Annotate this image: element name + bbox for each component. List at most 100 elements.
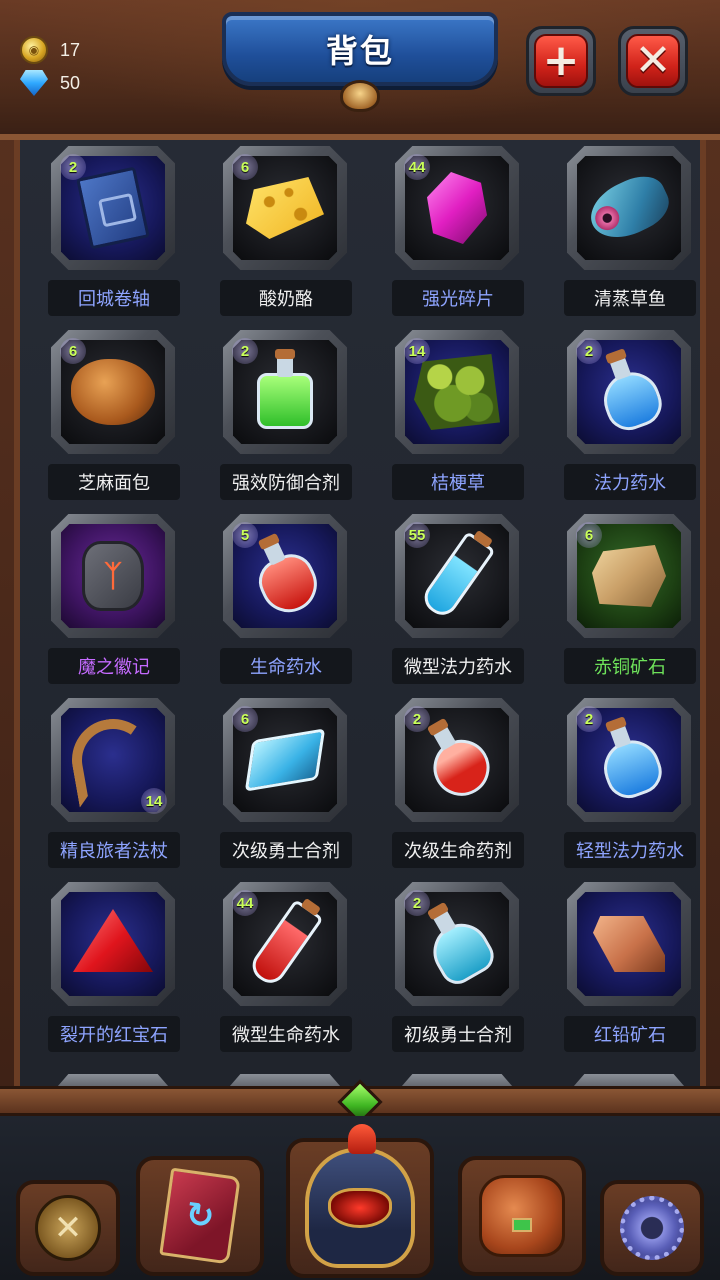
inventory-item[interactable]: 裂开的红宝石 [34, 876, 188, 1060]
item-name: 红铅矿石 [564, 1016, 696, 1052]
bag-clasp [512, 1218, 532, 1232]
item-count-badge: 6 [576, 522, 602, 548]
page-title: 背包 [325, 32, 394, 70]
inventory-panel: 2 回城卷轴 6 酸奶酪 44 强光碎片 清蒸草鱼 6 芝麻面包 2 强效防御合… [14, 140, 706, 1086]
item-name: 初级勇士合剂 [392, 1016, 524, 1052]
inventory-item[interactable]: 2 轻型法力药水 [550, 692, 700, 876]
item-name: 微型法力药水 [392, 648, 524, 684]
item-name: 次级勇士合剂 [220, 832, 352, 868]
item-slot[interactable]: ᛉ [51, 514, 175, 638]
item-name: 清蒸草鱼 [564, 280, 696, 316]
item-name: 回城卷轴 [48, 280, 180, 316]
item-name: 裂开的红宝石 [48, 1016, 180, 1052]
crossed-swords-icon: ✕ [35, 1195, 101, 1261]
gem-balance: 50 [20, 70, 80, 96]
nav-settings-button[interactable] [600, 1180, 704, 1276]
inventory-item[interactable]: 6 芝麻面包 [34, 324, 188, 508]
item-slot[interactable]: 2 [395, 882, 519, 1006]
item-slot[interactable]: 2 [51, 146, 175, 270]
item-name: 芝麻面包 [48, 464, 180, 500]
item-slot[interactable]: 44 [223, 882, 347, 1006]
item-name: 强光碎片 [392, 280, 524, 316]
item-count-badge: 55 [404, 522, 430, 548]
inventory-item[interactable]: 6 赤铜矿石 [550, 508, 700, 692]
item-slot[interactable]: 14 [395, 330, 519, 454]
item-slot[interactable]: 6 [223, 146, 347, 270]
inventory-item[interactable]: 清蒸草鱼 [550, 140, 700, 324]
diamond-icon [20, 70, 48, 96]
inventory-item[interactable]: 2 强效防御合剂 [206, 324, 360, 508]
inventory-item[interactable]: 5 生命药水 [206, 508, 360, 692]
visor-icon [328, 1188, 392, 1228]
close-icon: ✕ [626, 34, 680, 88]
item-name: 法力药水 [564, 464, 696, 500]
item-slot[interactable]: 2 [567, 698, 691, 822]
item-slot[interactable]: 2 [395, 698, 519, 822]
inventory-item[interactable]: 44 微型生命药水 [206, 876, 360, 1060]
item-slot[interactable] [567, 146, 691, 270]
item-slot[interactable]: 6 [223, 698, 347, 822]
coin-icon: ◉ [20, 36, 48, 64]
item-slot[interactable]: 6 [567, 514, 691, 638]
item-count-badge: 44 [404, 154, 430, 180]
backpack-icon [479, 1175, 565, 1257]
item-name: 轻型法力药水 [564, 832, 696, 868]
inventory-item[interactable]: 6 酸奶酪 [206, 140, 360, 324]
inventory-item[interactable]: ᛉ 魔之徽记 [34, 508, 188, 692]
item-count-badge: 44 [232, 890, 258, 916]
gem-count: 50 [60, 72, 81, 93]
item-name: 酸奶酪 [220, 280, 352, 316]
next-row-slot [223, 1074, 347, 1086]
item-count-badge: 2 [576, 338, 602, 364]
item-slot[interactable]: 55 [395, 514, 519, 638]
add-button[interactable]: + [526, 26, 596, 96]
next-row-slot [567, 1074, 691, 1086]
item-slot[interactable] [567, 882, 691, 1006]
inventory-item[interactable]: 14 桔梗草 [378, 324, 532, 508]
inventory-item[interactable]: 红铅矿石 [550, 876, 700, 1060]
item-name: 强效防御合剂 [220, 464, 352, 500]
item-count-badge: 6 [60, 338, 86, 364]
next-row-slot [395, 1074, 519, 1086]
spellbook-icon: ↻ [159, 1167, 241, 1265]
item-name: 次级生命药剂 [392, 832, 524, 868]
item-slot[interactable]: 2 [567, 330, 691, 454]
item-count-badge: 2 [232, 338, 258, 364]
item-slot[interactable]: 2 [223, 330, 347, 454]
nav-battle-button[interactable]: ✕ [16, 1180, 120, 1276]
item-slot[interactable]: 6 [51, 330, 175, 454]
coin-count: 17 [60, 39, 81, 60]
item-slot[interactable] [51, 882, 175, 1006]
nav-spellbook-button[interactable]: ↻ [136, 1156, 264, 1276]
item-count-badge: 2 [60, 154, 86, 180]
item-slot[interactable]: 14 [51, 698, 175, 822]
inventory-item[interactable]: 6 次级勇士合剂 [206, 692, 360, 876]
nav-backpack-button[interactable] [458, 1156, 586, 1276]
item-name: 赤铜矿石 [564, 648, 696, 684]
inventory-item[interactable]: 44 强光碎片 [378, 140, 532, 324]
inventory-item[interactable]: 2 回城卷轴 [34, 140, 188, 324]
item-count-badge: 6 [232, 154, 258, 180]
inventory-item[interactable]: 2 次级生命药剂 [378, 692, 532, 876]
item-name: 生命药水 [220, 648, 352, 684]
item-name: 微型生命药水 [220, 1016, 352, 1052]
item-count-badge: 14 [141, 788, 167, 814]
gear-icon [620, 1196, 684, 1260]
item-slot[interactable]: 44 [395, 146, 519, 270]
inventory-grid: 2 回城卷轴 6 酸奶酪 44 强光碎片 清蒸草鱼 6 芝麻面包 2 强效防御合… [34, 140, 698, 1060]
inventory-item[interactable]: 14 精良旅者法杖 [34, 692, 188, 876]
coin-balance: ◉ 17 [20, 36, 80, 64]
item-count-badge: 5 [232, 522, 258, 548]
item-slot[interactable]: 5 [223, 514, 347, 638]
item-count-badge: 2 [404, 706, 430, 732]
inventory-item[interactable]: 55 微型法力药水 [378, 508, 532, 692]
item-name: 精良旅者法杖 [48, 832, 180, 868]
item-name: 桔梗草 [392, 464, 524, 500]
inventory-item[interactable]: 2 初级勇士合剂 [378, 876, 532, 1060]
close-button[interactable]: ✕ [618, 26, 688, 96]
item-count-badge: 6 [232, 706, 258, 732]
inventory-item[interactable]: 2 法力药水 [550, 324, 700, 508]
nav-hero-button[interactable] [286, 1138, 434, 1278]
helmet-plume [348, 1124, 376, 1154]
helmet-icon [305, 1148, 415, 1268]
